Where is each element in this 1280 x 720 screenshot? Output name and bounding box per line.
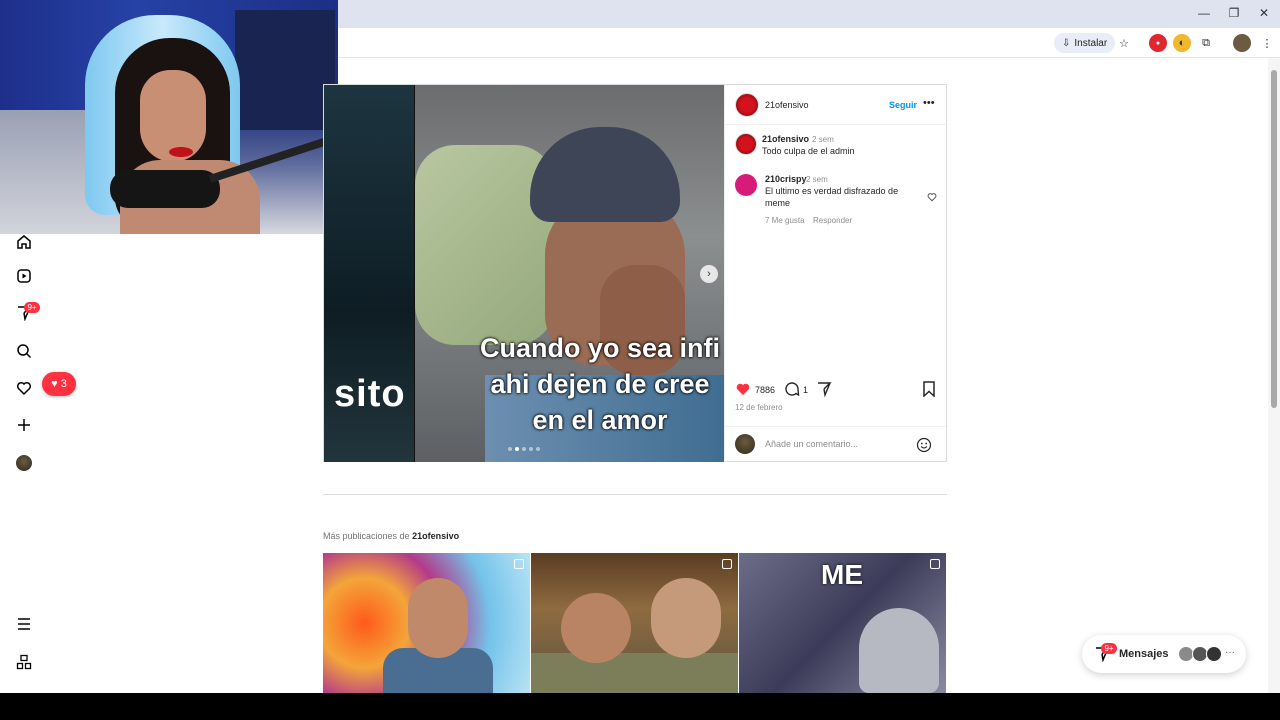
notification-pill[interactable]: ♥ 3 bbox=[42, 372, 76, 396]
comment-time: 2 sem bbox=[812, 135, 834, 144]
search-icon[interactable] bbox=[14, 341, 34, 361]
comment-username[interactable]: 210crispy bbox=[765, 174, 807, 184]
more-posts-heading: Más publicaciones de 21ofensivo bbox=[323, 531, 459, 541]
heart-icon[interactable] bbox=[14, 378, 34, 398]
profile-avatar[interactable] bbox=[16, 455, 32, 471]
multi-image-icon bbox=[514, 559, 524, 569]
more-posts-author[interactable]: 21ofensivo bbox=[412, 531, 459, 541]
comment-avatar[interactable] bbox=[735, 174, 757, 196]
like-count[interactable]: 7886 bbox=[755, 385, 775, 395]
follow-button[interactable]: Seguir bbox=[889, 100, 917, 110]
post-date: 12 de febrero bbox=[735, 403, 783, 412]
install-app-button[interactable]: ⇩ Instalar bbox=[1054, 33, 1116, 53]
comment-like-count[interactable]: 7 Me gusta bbox=[765, 216, 805, 225]
post-card: sito Cuando yo sea infi ahi dejen de cre… bbox=[323, 84, 948, 462]
comment-text: Todo culpa de el admin bbox=[762, 146, 855, 156]
profile-avatar-icon[interactable] bbox=[1233, 34, 1251, 52]
multi-image-icon bbox=[722, 559, 732, 569]
close-window-button[interactable]: ✕ bbox=[1254, 6, 1274, 20]
liked-heart-icon[interactable] bbox=[735, 381, 751, 397]
webcam-overlay bbox=[0, 0, 338, 234]
post-sidebar: 21ofensivo Seguir ••• 21ofensivo 2 sem T… bbox=[724, 85, 948, 462]
more-posts-prefix: Más publicaciones de bbox=[323, 531, 413, 541]
notification-count: 3 bbox=[60, 378, 67, 390]
messages-badge: 9+ bbox=[1101, 643, 1117, 654]
comment-username[interactable]: 21ofensivo bbox=[762, 134, 809, 144]
post-header: 21ofensivo Seguir ••• bbox=[725, 85, 948, 125]
post-media[interactable]: sito Cuando yo sea infi ahi dejen de cre… bbox=[324, 85, 724, 462]
previous-slide: sito bbox=[324, 85, 414, 462]
heart-icon: ♥ bbox=[51, 378, 58, 390]
kebab-menu-icon[interactable]: ⋮ bbox=[1258, 34, 1276, 52]
extension-icon[interactable]: ● bbox=[1149, 34, 1167, 52]
page-scrollbar[interactable] bbox=[1268, 58, 1280, 693]
caption-line: en el amor bbox=[532, 405, 668, 435]
save-bookmark-icon[interactable] bbox=[922, 381, 936, 397]
comment-icon[interactable] bbox=[784, 381, 800, 397]
comment-composer: Añade un comentario... bbox=[725, 426, 948, 462]
create-icon[interactable] bbox=[14, 415, 34, 435]
author-avatar[interactable] bbox=[735, 93, 759, 117]
post-thumbnail[interactable] bbox=[323, 553, 530, 693]
carousel-dots bbox=[508, 447, 540, 451]
user-avatar bbox=[735, 434, 755, 454]
chevron-right-icon[interactable]: › bbox=[700, 265, 718, 283]
comment-text-line: meme bbox=[765, 198, 791, 208]
current-slide: Cuando yo sea infi ahi dejen de cree en … bbox=[415, 85, 724, 462]
emoji-icon[interactable] bbox=[916, 437, 932, 453]
section-divider bbox=[323, 494, 947, 495]
comment-avatar[interactable] bbox=[735, 133, 757, 155]
messages-label: Mensajes bbox=[1119, 648, 1169, 660]
threads-icon[interactable] bbox=[14, 652, 34, 672]
comment-input[interactable]: Añade un comentario... bbox=[765, 439, 858, 449]
comment-count: 1 bbox=[803, 385, 809, 395]
extension-icon[interactable]: ◐ bbox=[1173, 34, 1191, 52]
messages-button[interactable]: 9+ Mensajes ··· bbox=[1082, 635, 1246, 673]
caption-line: ahi dejen de cree bbox=[490, 369, 710, 399]
minimize-button[interactable]: — bbox=[1194, 6, 1214, 20]
screen: — ❐ ✕ ⇩ Instalar ☆ ● ◐ ⧉ ⋮ 9+ ♥ 3 sito C… bbox=[0, 0, 1280, 720]
bookmark-star-icon[interactable]: ☆ bbox=[1115, 34, 1133, 52]
post-thumbnail[interactable]: ME bbox=[739, 553, 946, 693]
multi-image-icon bbox=[930, 559, 940, 569]
video-caption: Cuando yo sea infi ahi dejen de cree en … bbox=[470, 330, 724, 438]
comment-time: 2 sem bbox=[806, 175, 828, 184]
extensions-puzzle-icon[interactable]: ⧉ bbox=[1197, 34, 1215, 52]
conversation-avatar bbox=[1206, 646, 1222, 662]
taskbar bbox=[0, 693, 1280, 720]
menu-icon[interactable] bbox=[14, 614, 34, 634]
caption-line: Cuando yo sea infi bbox=[479, 333, 721, 363]
reply-button[interactable]: Responder bbox=[813, 216, 852, 225]
install-label: Instalar bbox=[1074, 37, 1108, 49]
thumbnail-text: ME bbox=[821, 559, 863, 590]
more-conversations-icon: ··· bbox=[1225, 647, 1235, 658]
author-username[interactable]: 21ofensivo bbox=[765, 100, 809, 110]
messages-badge: 9+ bbox=[24, 302, 40, 313]
previous-slide-text: sito bbox=[334, 373, 406, 415]
comment-like-heart-icon[interactable] bbox=[927, 192, 937, 202]
comment-text-line: El ultimo es verdad disfrazado de bbox=[765, 186, 899, 196]
post-thumbnail[interactable] bbox=[531, 553, 738, 693]
scrollbar-thumb[interactable] bbox=[1271, 70, 1277, 408]
share-icon[interactable] bbox=[816, 381, 832, 397]
restore-button[interactable]: ❐ bbox=[1224, 6, 1244, 20]
home-icon[interactable] bbox=[14, 232, 34, 252]
install-icon: ⇩ bbox=[1062, 37, 1071, 49]
more-options-icon[interactable]: ••• bbox=[923, 97, 935, 109]
reels-icon[interactable] bbox=[14, 266, 34, 286]
